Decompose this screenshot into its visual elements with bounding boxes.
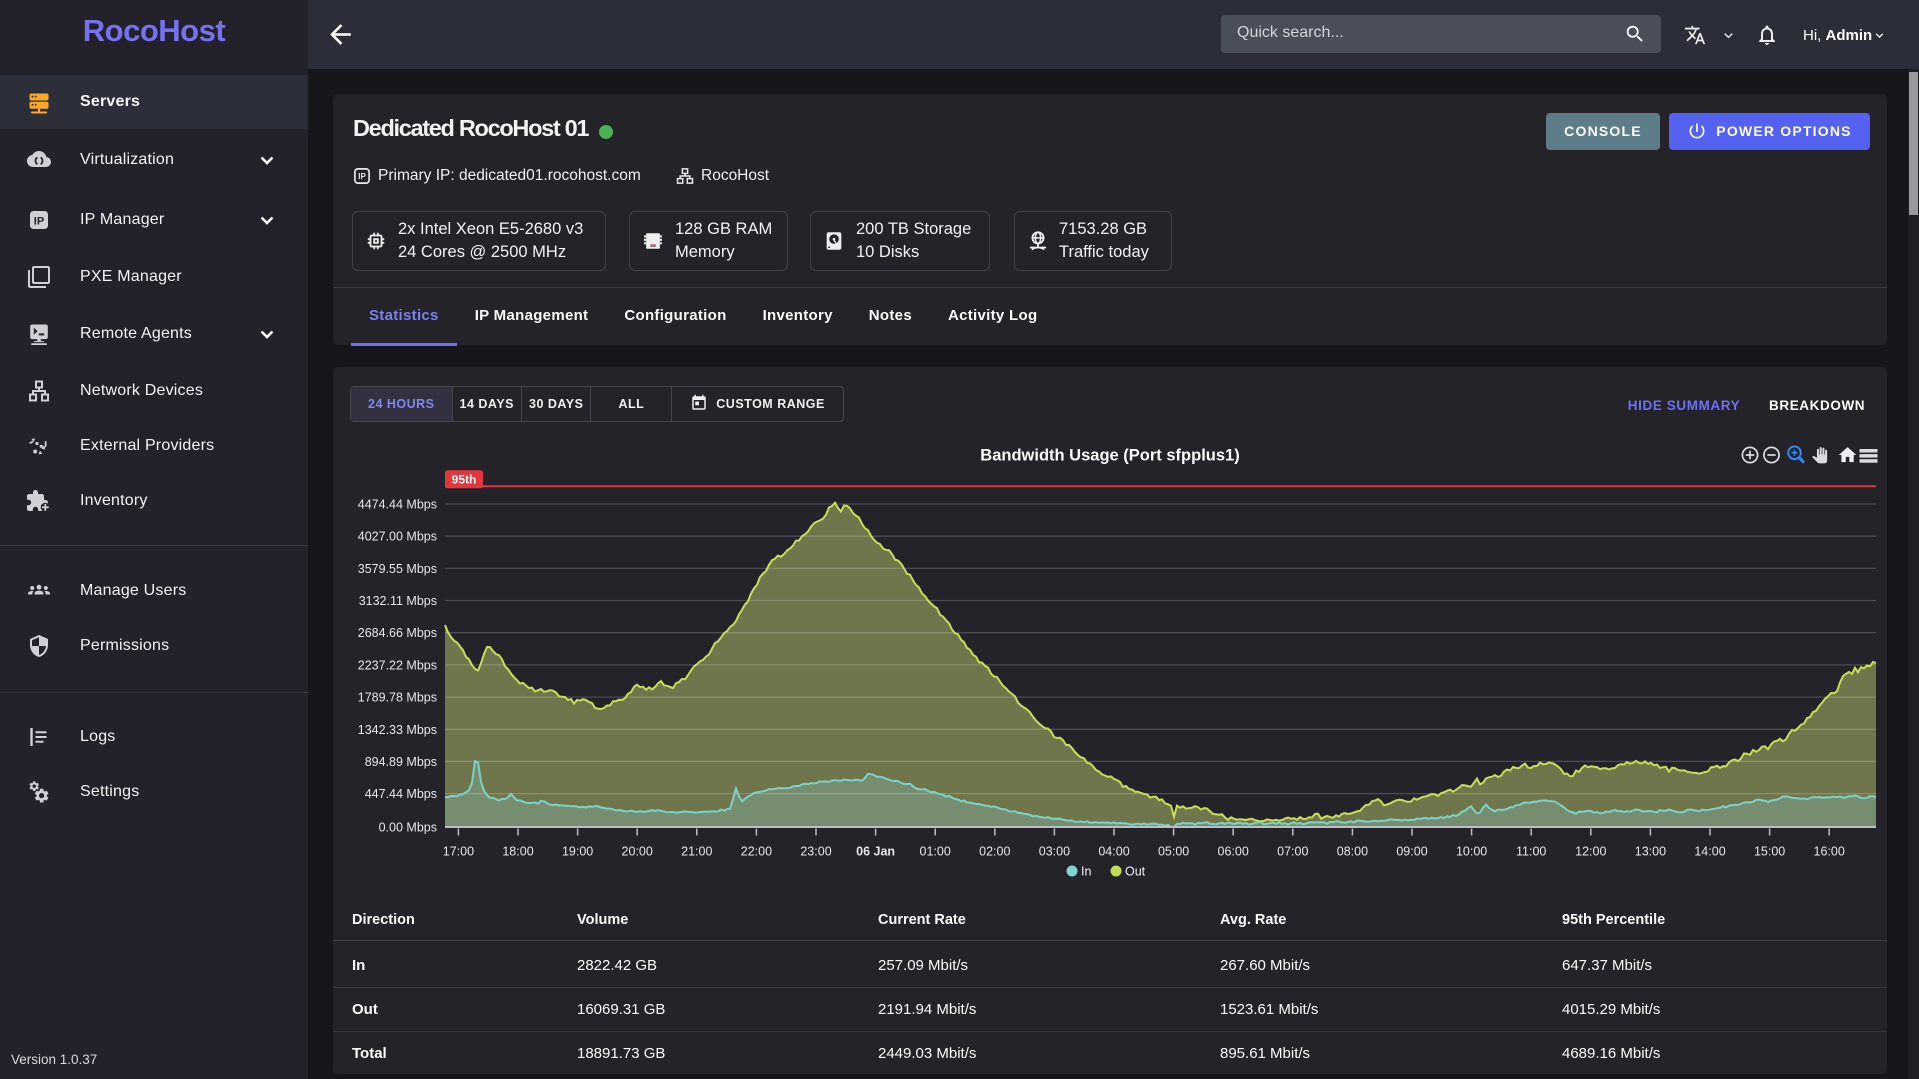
svg-text:21:00: 21:00: [681, 845, 712, 859]
svg-text:06:00: 06:00: [1218, 845, 1249, 859]
svg-text:09:00: 09:00: [1396, 845, 1427, 859]
svg-text:0.00 Mbps: 0.00 Mbps: [379, 821, 437, 835]
svg-text:95th: 95th: [452, 473, 477, 487]
svg-text:4027.00 Mbps: 4027.00 Mbps: [358, 530, 437, 544]
svg-text:894.89 Mbps: 894.89 Mbps: [365, 755, 437, 769]
svg-text:Out: Out: [1125, 865, 1146, 879]
svg-text:23:00: 23:00: [800, 845, 831, 859]
svg-text:08:00: 08:00: [1337, 845, 1368, 859]
svg-text:20:00: 20:00: [622, 845, 653, 859]
svg-text:IP: IP: [34, 216, 44, 228]
svg-text:447.44 Mbps: 447.44 Mbps: [365, 787, 437, 801]
svg-text:16:00: 16:00: [1814, 845, 1845, 859]
svg-text:13:00: 13:00: [1635, 845, 1666, 859]
svg-text:22:00: 22:00: [741, 845, 772, 859]
svg-text:06 Jan: 06 Jan: [856, 845, 895, 859]
svg-text:2237.22 Mbps: 2237.22 Mbps: [358, 658, 437, 672]
svg-text:15:00: 15:00: [1754, 845, 1785, 859]
svg-text:1789.78 Mbps: 1789.78 Mbps: [358, 691, 437, 705]
svg-text:3132.11 Mbps: 3132.11 Mbps: [359, 594, 437, 608]
svg-text:IP: IP: [358, 172, 365, 181]
svg-text:01:00: 01:00: [920, 845, 951, 859]
svg-text:04:00: 04:00: [1098, 845, 1129, 859]
svg-text:4474.44 Mbps: 4474.44 Mbps: [358, 498, 437, 512]
svg-text:1342.33 Mbps: 1342.33 Mbps: [358, 723, 437, 737]
svg-text:In: In: [1081, 865, 1091, 879]
svg-text:19:00: 19:00: [562, 845, 593, 859]
svg-text:14:00: 14:00: [1694, 845, 1725, 859]
svg-text:03:00: 03:00: [1039, 845, 1070, 859]
svg-text:3579.55 Mbps: 3579.55 Mbps: [358, 562, 437, 576]
svg-text:Bandwidth Usage (Port sfpplus1: Bandwidth Usage (Port sfpplus1): [980, 447, 1239, 465]
svg-text:10:00: 10:00: [1456, 845, 1487, 859]
svg-text:11:00: 11:00: [1516, 845, 1546, 859]
svg-text:12:00: 12:00: [1575, 845, 1606, 859]
svg-text:2684.66 Mbps: 2684.66 Mbps: [358, 626, 437, 640]
svg-text:05:00: 05:00: [1158, 845, 1189, 859]
svg-text:02:00: 02:00: [979, 845, 1010, 859]
svg-text:18:00: 18:00: [502, 845, 533, 859]
svg-text:07:00: 07:00: [1277, 845, 1308, 859]
svg-text:17:00: 17:00: [443, 845, 474, 859]
